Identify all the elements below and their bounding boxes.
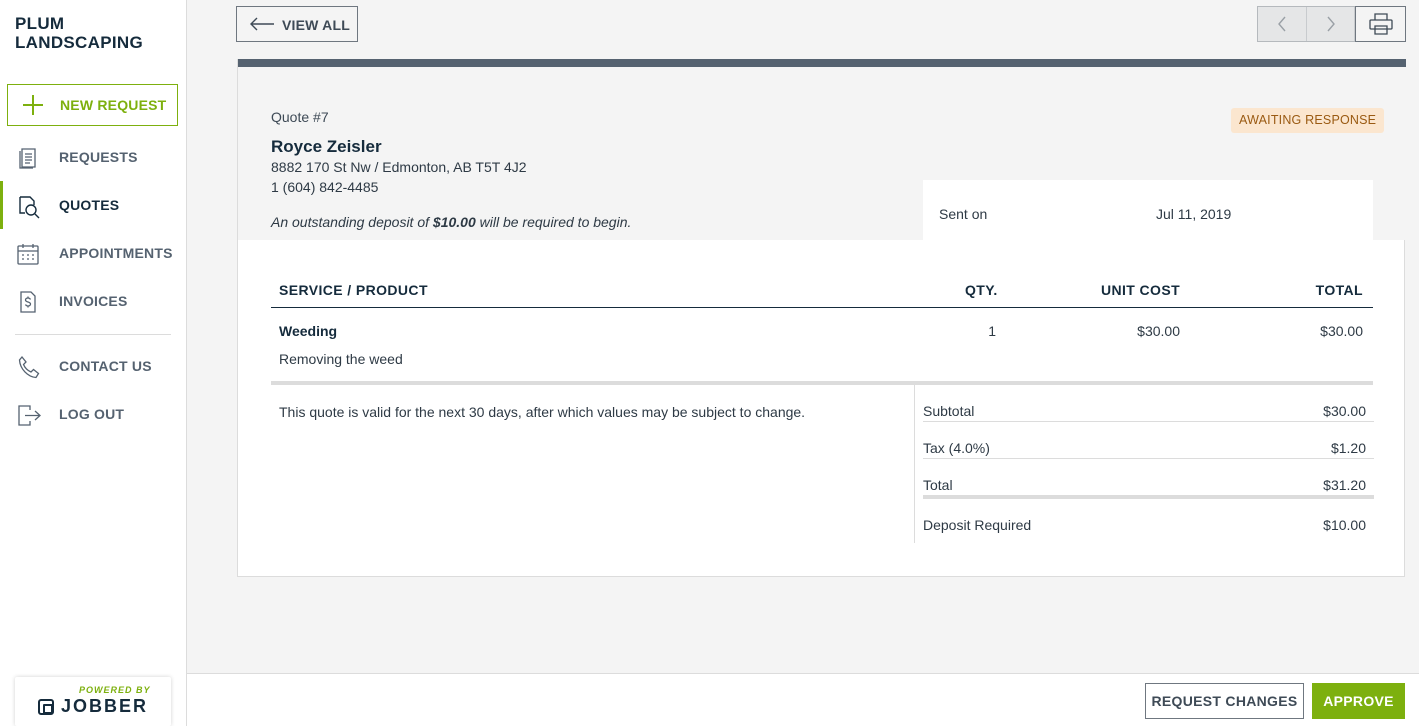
arrow-left-icon [249, 17, 275, 31]
jobber-brand: JOBBER [61, 696, 149, 716]
request-changes-button[interactable]: REQUEST CHANGES [1145, 683, 1304, 719]
chevron-left-icon [1277, 16, 1286, 32]
jobber-logo-icon [38, 699, 54, 715]
view-all-button[interactable]: VIEW ALL [236, 6, 358, 42]
sent-on-value: Jul 11, 2019 [1156, 206, 1232, 222]
client-phone[interactable]: 1 (604) 842-4485 [271, 179, 378, 195]
approve-button[interactable]: APPROVE [1312, 683, 1405, 719]
column-header-service: SERVICE / PRODUCT [279, 282, 428, 298]
next-quote-button[interactable] [1306, 7, 1356, 41]
item-name: Weeding [279, 323, 338, 339]
client-address: 8882 170 St Nw / Edmonton, AB T5T 4J2 [271, 159, 527, 175]
item-unit-cost: $30.00 [1137, 323, 1180, 339]
item-description: Removing the weed [279, 351, 403, 367]
status-badge: AWAITING RESPONSE [1231, 108, 1385, 133]
item-total: $30.00 [1320, 323, 1363, 339]
company-logo[interactable]: PLUM LANDSCAPING [15, 14, 175, 52]
previous-quote-button[interactable] [1258, 7, 1307, 41]
total-row: Total $31.20 [923, 459, 1374, 499]
validity-note: This quote is valid for the next 30 days… [279, 404, 806, 420]
table-header-divider [271, 307, 1373, 308]
sidebar-item-contact-us[interactable]: CONTACT US [0, 346, 186, 386]
brand-line-1: PLUM [15, 14, 65, 33]
calendar-icon [16, 242, 40, 266]
totals-summary: Subtotal $30.00 Tax (4.0%) $1.20 Total $… [914, 385, 1374, 543]
deposit-note-amount: $10.00 [432, 214, 476, 230]
new-request-button[interactable]: NEW REQUEST [7, 84, 178, 126]
column-header-qty: QTY. [965, 282, 998, 298]
sidebar-item-label: INVOICES [59, 293, 128, 309]
plus-icon [23, 95, 43, 115]
printer-icon [1369, 13, 1393, 35]
subtotal-row: Subtotal $30.00 [923, 385, 1374, 422]
deposit-note: An outstanding deposit of $10.00 will be… [271, 214, 631, 230]
tax-row: Tax (4.0%) $1.20 [923, 422, 1374, 459]
brand-line-2: LANDSCAPING [15, 33, 143, 52]
sidebar-item-requests[interactable]: REQUESTS [0, 137, 186, 177]
sent-on-label: Sent on [939, 206, 988, 222]
quote-card: Quote #7 Royce Zeisler 8882 170 St Nw / … [237, 59, 1406, 577]
column-header-total: TOTAL [1315, 282, 1363, 298]
chevron-right-icon [1326, 16, 1335, 32]
view-all-label: VIEW ALL [282, 17, 350, 33]
deposit-note-post: will be required to begin. [479, 214, 632, 230]
phone-icon [16, 355, 40, 379]
quote-header: Quote #7 Royce Zeisler 8882 170 St Nw / … [238, 67, 1406, 248]
invoice-dollar-icon [16, 290, 40, 314]
quote-pager [1257, 6, 1406, 42]
deposit-label: Deposit Required [923, 517, 1032, 533]
print-button[interactable] [1355, 6, 1406, 42]
sidebar-item-quotes[interactable]: QUOTES [0, 181, 186, 229]
item-qty: 1 [988, 323, 996, 339]
subtotal-label: Subtotal [923, 403, 975, 419]
sidebar-item-log-out[interactable]: LOG OUT [0, 394, 186, 434]
powered-by-jobber[interactable]: POWERED BY JOBBER [15, 677, 171, 726]
sidebar-item-label: APPOINTMENTS [59, 245, 173, 261]
total-label: Total [923, 477, 953, 493]
clipboard-list-icon [16, 146, 40, 170]
sidebar-divider [15, 334, 171, 335]
sidebar-item-label: REQUESTS [59, 149, 138, 165]
deposit-value: $10.00 [1323, 517, 1366, 533]
sent-on-box: Sent on Jul 11, 2019 [923, 180, 1373, 248]
tax-value: $1.20 [1330, 440, 1366, 456]
logout-icon [16, 403, 41, 427]
action-bar: REQUEST CHANGES APPROVE [187, 673, 1419, 726]
magnifier-quote-icon [16, 194, 40, 219]
column-header-unit-cost: UNIT COST [1101, 282, 1181, 298]
client-name: Royce Zeisler [271, 137, 382, 156]
total-value: $31.20 [1323, 477, 1366, 493]
card-accent-bar [238, 59, 1406, 67]
sidebar-item-label: QUOTES [59, 197, 120, 213]
sidebar-item-label: LOG OUT [59, 406, 125, 422]
deposit-row: Deposit Required $10.00 [923, 499, 1374, 536]
sidebar: PLUM LANDSCAPING NEW REQUEST REQUESTS QU… [0, 0, 187, 726]
tax-label: Tax (4.0%) [923, 440, 990, 456]
powered-by-label: POWERED BY [79, 685, 151, 695]
deposit-note-pre: An outstanding deposit of [271, 214, 430, 230]
sidebar-item-label: CONTACT US [59, 358, 152, 374]
sidebar-item-invoices[interactable]: INVOICES [0, 281, 186, 321]
quote-number: Quote #7 [271, 109, 329, 125]
new-request-label: NEW REQUEST [60, 97, 167, 113]
sidebar-item-appointments[interactable]: APPOINTMENTS [0, 233, 186, 273]
subtotal-value: $30.00 [1323, 403, 1366, 419]
